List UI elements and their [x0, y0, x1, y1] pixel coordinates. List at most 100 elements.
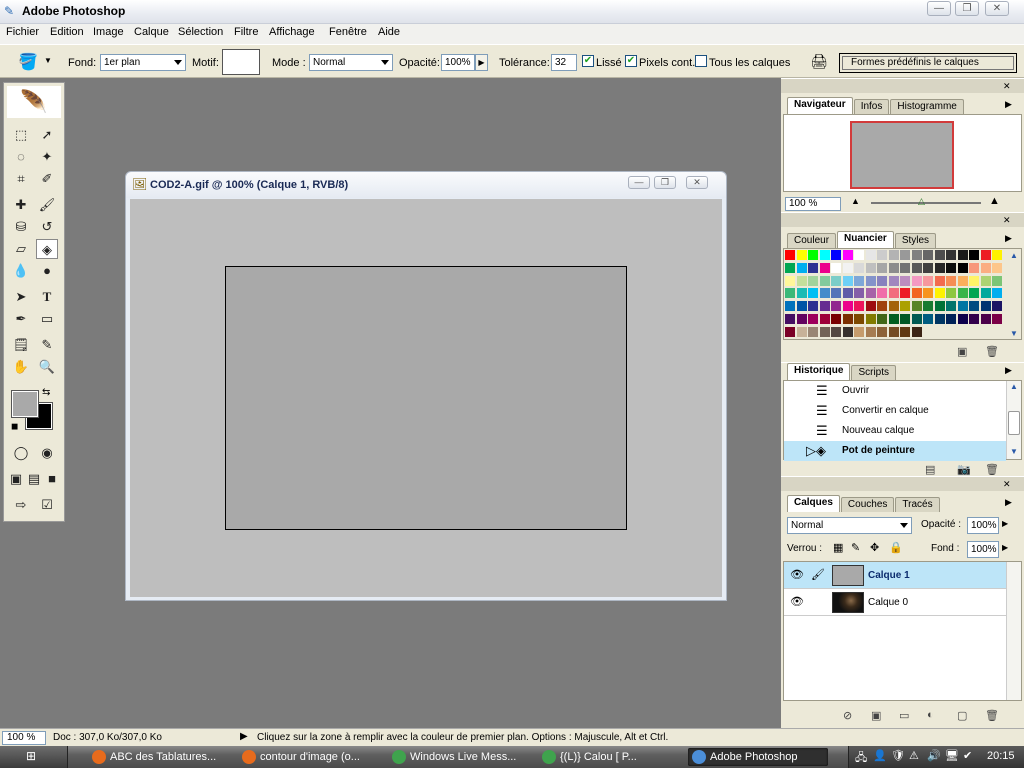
trash-icon[interactable]: 🗑 — [985, 345, 999, 358]
color-swatch[interactable] — [911, 275, 922, 286]
color-swatch[interactable] — [957, 262, 968, 273]
layer-row[interactable]: 👁 Calque 0 — [784, 589, 1006, 616]
menu-fenetre[interactable]: Fenêtre — [329, 26, 367, 38]
color-swatch[interactable] — [808, 250, 818, 260]
color-swatch[interactable] — [957, 275, 968, 286]
color-swatch[interactable] — [842, 301, 853, 312]
color-swatch[interactable] — [900, 275, 910, 286]
screen-mode-standard-icon[interactable]: ▣ — [7, 469, 25, 489]
hand-tool-icon[interactable]: ✋ — [10, 357, 32, 377]
color-swatch[interactable] — [842, 326, 853, 337]
color-swatch[interactable] — [796, 326, 807, 337]
color-swatch[interactable] — [819, 275, 830, 286]
color-swatch[interactable] — [946, 314, 956, 324]
color-swatch[interactable] — [923, 288, 933, 299]
color-swatch[interactable] — [796, 301, 807, 312]
color-swatch[interactable] — [957, 250, 968, 260]
document-minimize-button[interactable]: — — [628, 176, 650, 189]
panel-grip[interactable] — [781, 477, 1024, 491]
image-layer-area[interactable] — [225, 266, 627, 530]
link-layers-icon[interactable]: ⊘ — [843, 709, 852, 722]
color-swatch[interactable] — [865, 326, 876, 337]
color-swatch[interactable] — [969, 314, 979, 324]
taskbar-item-active[interactable]: Adobe Photoshop — [688, 748, 828, 766]
taskbar-item[interactable]: contour d'image (o... — [238, 748, 384, 766]
color-swatch[interactable] — [831, 262, 841, 273]
color-swatch[interactable] — [992, 262, 1002, 273]
eye-icon[interactable]: 👁 — [790, 568, 804, 581]
layers-scrollbar[interactable] — [1006, 562, 1021, 700]
color-swatch[interactable] — [980, 288, 991, 299]
color-swatch[interactable] — [796, 288, 807, 299]
healing-brush-tool-icon[interactable]: ✚ — [10, 195, 32, 215]
marquee-tool-icon[interactable]: ⬚ — [10, 125, 32, 145]
zoom-in-icon[interactable]: ▲ — [989, 195, 1000, 207]
color-swatch[interactable] — [819, 288, 830, 299]
color-swatch[interactable] — [900, 250, 910, 260]
color-swatch[interactable] — [969, 262, 979, 273]
color-swatch[interactable] — [900, 288, 910, 299]
tab-infos[interactable]: Infos — [853, 99, 890, 114]
color-swatch[interactable] — [819, 326, 830, 337]
tab-scripts[interactable]: Scripts — [851, 365, 897, 380]
notes-tool-icon[interactable]: 🗒 — [10, 335, 32, 355]
color-swatch[interactable] — [819, 314, 830, 324]
new-document-from-state-icon[interactable]: ▤ — [925, 463, 935, 476]
color-swatch[interactable] — [842, 250, 853, 260]
color-swatch[interactable] — [796, 275, 807, 286]
document-close-button[interactable]: ✕ — [686, 176, 708, 189]
color-swatch[interactable] — [785, 275, 795, 286]
trash-icon[interactable]: 🗑 — [985, 709, 999, 722]
menu-selection[interactable]: Sélection — [178, 26, 223, 38]
folder-icon[interactable]: ▭ — [899, 709, 909, 722]
messenger-tray-icon[interactable]: 👤 — [873, 749, 887, 762]
mode-select[interactable]: Normal — [309, 54, 393, 71]
history-item-selected[interactable]: ▷ ◈ Pot de peinture — [784, 441, 1006, 461]
tab-couches[interactable]: Couches — [840, 497, 895, 512]
color-swatch[interactable] — [865, 275, 876, 286]
fond-select[interactable]: 1er plan — [100, 54, 186, 71]
color-swatch[interactable] — [980, 301, 991, 312]
color-swatch[interactable] — [808, 275, 818, 286]
foreground-color-swatch[interactable] — [11, 390, 39, 418]
status-arrow-icon[interactable]: ▶ — [240, 731, 248, 742]
layer-row-selected[interactable]: 👁 🖌 Calque 1 — [784, 562, 1006, 589]
color-swatch[interactable] — [934, 288, 945, 299]
color-swatch[interactable] — [865, 301, 876, 312]
path-selection-tool-icon[interactable]: ➤ — [10, 287, 32, 307]
tab-histogramme[interactable]: Histogramme — [890, 99, 964, 114]
color-swatch[interactable] — [900, 314, 910, 324]
lock-all-icon[interactable]: 🔒 — [889, 541, 903, 554]
panel-menu-icon[interactable]: ▶ — [1005, 233, 1012, 244]
type-tool-icon[interactable]: T — [36, 287, 58, 307]
new-layer-icon[interactable]: ▢ — [957, 709, 967, 722]
color-swatch[interactable] — [877, 262, 887, 273]
history-scrollbar[interactable]: ▲ ▼ — [1006, 381, 1021, 459]
color-swatch[interactable] — [808, 326, 818, 337]
color-swatch[interactable] — [865, 288, 876, 299]
lisse-checkbox[interactable]: ✔ — [582, 55, 594, 67]
color-swatch[interactable] — [888, 250, 899, 260]
color-swatch[interactable] — [854, 262, 864, 273]
layer-blend-mode-select[interactable]: Normal — [787, 517, 912, 534]
panel-grip[interactable] — [781, 213, 1024, 227]
swatches-scroll-down-icon[interactable]: ▼ — [1010, 329, 1018, 338]
color-swatch[interactable] — [911, 301, 922, 312]
color-swatch[interactable] — [992, 288, 1002, 299]
color-swatch[interactable] — [842, 275, 853, 286]
opacite-input[interactable]: 100% — [441, 54, 475, 71]
screen-mode-full-icon[interactable]: ■ — [43, 469, 61, 489]
color-swatch[interactable] — [946, 262, 956, 273]
adjustment-layer-icon[interactable]: ◐ — [927, 709, 934, 721]
color-swatch[interactable] — [854, 301, 864, 312]
status-zoom-input[interactable]: 100 % — [2, 731, 46, 745]
color-swatch[interactable] — [946, 288, 956, 299]
panel-menu-icon[interactable]: ▶ — [1005, 99, 1012, 110]
color-swatch[interactable] — [923, 301, 933, 312]
tab-calques[interactable]: Calques — [787, 495, 840, 512]
color-swatch[interactable] — [980, 262, 991, 273]
eye-icon[interactable]: 👁 — [790, 595, 804, 608]
color-swatch[interactable] — [854, 326, 864, 337]
palette-well[interactable]: Formes prédéfinis le calques — [839, 53, 1017, 73]
color-swatch[interactable] — [877, 288, 887, 299]
